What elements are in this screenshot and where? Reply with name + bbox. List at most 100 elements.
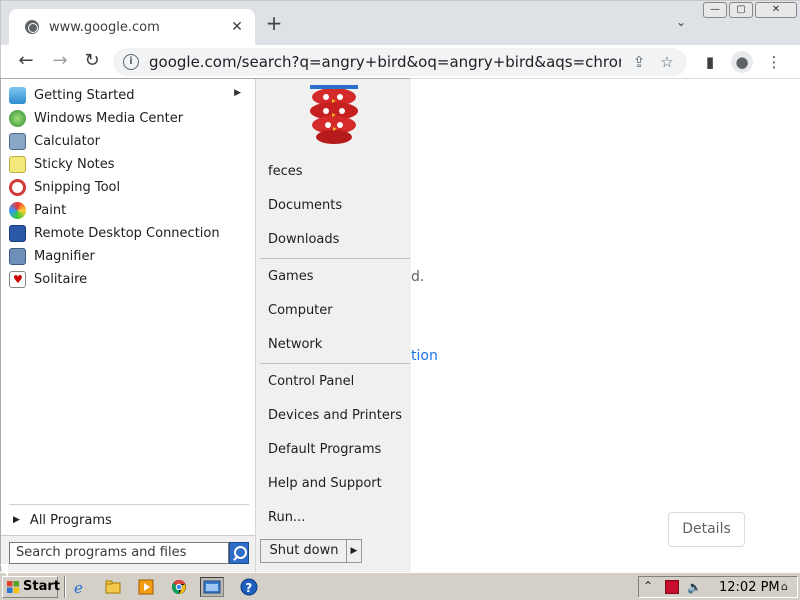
all-programs-button[interactable]: ▶ All Programs (9, 510, 112, 530)
getting-started-icon (9, 86, 26, 104)
maximize-button[interactable]: ▢ (729, 2, 753, 18)
windows-flag-icon (7, 581, 19, 593)
divider (260, 258, 410, 259)
start-label: Start (23, 579, 60, 594)
program-label: Calculator (34, 133, 101, 149)
share-icon[interactable]: ⇪ (629, 53, 649, 71)
tab-search-button[interactable]: ⌄ (673, 15, 689, 31)
program-label: Snipping Tool (34, 179, 121, 195)
program-item-paint[interactable]: Paint (9, 199, 249, 221)
help-icon[interactable]: ? (237, 577, 261, 597)
program-label: Solitaire (34, 271, 88, 287)
magnifier-icon (9, 247, 26, 265)
shutdown-button[interactable]: Shut down (260, 539, 348, 563)
back-button[interactable]: ← (15, 51, 37, 73)
program-label: Remote Desktop Connection (34, 225, 220, 241)
action-center-icon[interactable] (665, 580, 679, 594)
program-label: Magnifier (34, 248, 95, 264)
places-item-documents[interactable]: Documents (268, 198, 342, 213)
url-text[interactable]: google.com/search?q=angry+bird&oq=angry+… (149, 53, 621, 71)
places-item-help-support[interactable]: Help and Support (268, 476, 382, 491)
tab-strip: www.google.com ✕ + ⌄ — ▢ ✕ (1, 1, 800, 45)
start-menu-places-pane: feces Documents Downloads Games Computer… (255, 79, 411, 572)
mouse-cursor-icon (0, 564, 8, 578)
site-info-icon[interactable]: i (123, 54, 139, 70)
start-search-row: Search programs and files (1, 535, 255, 572)
user-picture-icon[interactable] (306, 85, 362, 145)
expand-arrow-icon: ▶ (13, 515, 20, 525)
svg-text:?: ? (245, 581, 252, 595)
page-content: d. tion Details (411, 79, 800, 573)
sticky-notes-icon (9, 155, 26, 173)
side-panel-icon[interactable]: ▮ (701, 53, 719, 73)
address-bar[interactable]: i google.com/search?q=angry+bird&oq=angr… (113, 48, 687, 76)
tab-title: www.google.com (49, 19, 160, 35)
program-item-remote-desktop[interactable]: Remote Desktop Connection (9, 222, 249, 244)
paint-icon (9, 201, 26, 219)
program-item-calculator[interactable]: Calculator (9, 130, 249, 152)
clock[interactable]: 12:02 PM (719, 580, 780, 595)
system-tray: ⌃ 🔈 12:02 PM ⌂ (638, 576, 798, 598)
shutdown-options-button[interactable]: ▶ (346, 539, 362, 563)
tab-close-button[interactable]: ✕ (229, 19, 245, 35)
chrome-icon[interactable] (167, 577, 191, 597)
profile-avatar-icon[interactable]: ● (731, 51, 753, 73)
places-item-default-programs[interactable]: Default Programs (268, 442, 381, 457)
places-item-downloads[interactable]: Downloads (268, 232, 339, 247)
ie-icon[interactable]: e (68, 577, 92, 597)
snipping-tool-icon (9, 178, 26, 196)
program-item-windows-media-center[interactable]: Windows Media Center (9, 107, 249, 129)
program-label: Windows Media Center (34, 110, 184, 126)
reload-button[interactable]: ↻ (81, 51, 103, 73)
divider (260, 363, 410, 364)
places-item-control-panel[interactable]: Control Panel (268, 374, 354, 389)
program-label: Paint (34, 202, 67, 218)
all-programs-label: All Programs (29, 512, 112, 528)
program-item-solitaire[interactable]: ♥ Solitaire (9, 268, 249, 290)
remote-desktop-icon (9, 224, 26, 242)
svg-text:e: e (74, 579, 83, 595)
folder-icon[interactable] (101, 577, 125, 597)
window-icon[interactable] (200, 577, 224, 597)
program-item-sticky-notes[interactable]: Sticky Notes (9, 153, 249, 175)
places-item-user-folder[interactable]: feces (268, 164, 303, 179)
chrome-menu-icon[interactable]: ⋮ (765, 53, 783, 73)
window-controls: — ▢ ✕ (703, 2, 797, 18)
volume-muted-icon[interactable]: 🔈 (687, 580, 702, 594)
media-center-icon (9, 109, 26, 127)
forward-button[interactable]: → (49, 51, 71, 73)
calculator-icon (9, 132, 26, 150)
places-item-games[interactable]: Games (268, 269, 313, 284)
page-text-fragment: d. (411, 269, 425, 285)
divider (9, 504, 249, 505)
submenu-arrow-icon: ▶ (234, 88, 241, 98)
solitaire-icon: ♥ (9, 270, 26, 288)
close-window-button[interactable]: ✕ (755, 2, 797, 18)
program-label: Getting Started (34, 87, 135, 103)
network-icon[interactable]: ⌂ (781, 580, 795, 594)
start-button[interactable]: Start (2, 576, 60, 598)
browser-tab[interactable]: www.google.com ✕ (9, 9, 255, 45)
search-icon[interactable] (229, 542, 249, 564)
places-item-devices-printers[interactable]: Devices and Printers (268, 408, 402, 423)
details-button[interactable]: Details (668, 512, 745, 547)
program-item-magnifier[interactable]: Magnifier (9, 245, 249, 267)
places-item-run[interactable]: Run... (268, 510, 305, 525)
media-player-icon[interactable] (134, 577, 158, 597)
page-link-fragment[interactable]: tion (411, 348, 438, 364)
minimize-button[interactable]: — (703, 2, 727, 18)
places-item-network[interactable]: Network (268, 337, 322, 352)
browser-toolbar: ← → ↻ i google.com/search?q=angry+bird&o… (1, 45, 800, 79)
globe-icon (25, 20, 39, 34)
show-hidden-icons-icon[interactable]: ⌃ (643, 580, 657, 594)
taskbar: Start e ? ⌃ 🔈 12:02 PM ⌂ (0, 572, 800, 600)
start-menu-programs-pane: Getting Started ▶ Windows Media Center C… (1, 79, 255, 535)
divider (64, 576, 66, 598)
new-tab-button[interactable]: + (263, 13, 285, 35)
program-label: Sticky Notes (34, 156, 115, 172)
program-item-getting-started[interactable]: Getting Started ▶ (9, 84, 249, 106)
places-item-computer[interactable]: Computer (268, 303, 333, 318)
bookmark-star-icon[interactable]: ☆ (657, 53, 677, 71)
program-item-snipping-tool[interactable]: Snipping Tool (9, 176, 249, 198)
search-input[interactable]: Search programs and files (9, 542, 229, 564)
